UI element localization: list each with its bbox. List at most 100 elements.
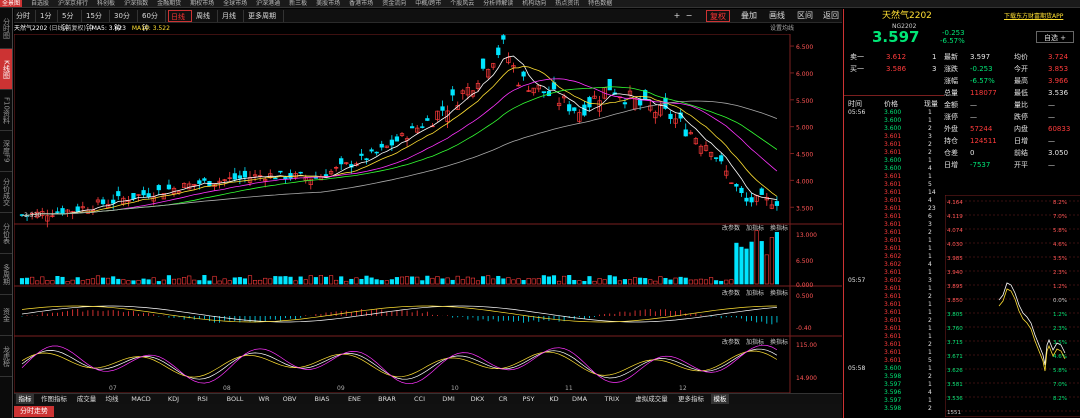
volume-bar — [303, 279, 308, 285]
volume-bar — [328, 275, 334, 285]
panel-button: 换指标 — [770, 289, 788, 297]
volume-bar — [729, 279, 734, 285]
top-menu-item[interactable]: 期权市场 — [190, 0, 214, 7]
left-tab[interactable]: 深度F9 — [0, 131, 12, 172]
volume-bar — [587, 276, 592, 285]
zoom-in-button[interactable]: + — [672, 10, 682, 22]
stat-label: 金额 — [944, 101, 958, 109]
volume-bar — [212, 275, 217, 285]
period-button[interactable]: 5分钟 — [60, 10, 82, 32]
candle-body — [111, 199, 116, 204]
candle-body — [440, 106, 445, 111]
stat-value: 57244 — [970, 125, 993, 133]
top-menu-item[interactable]: 机构动向 — [522, 0, 546, 7]
top-menu-item[interactable]: 金融期货 — [157, 0, 181, 7]
candle-body — [369, 149, 374, 152]
mini-timeshare-chart[interactable]: 4.164 4.119 4.074 4.030 3.985 3.940 3.895 3.850… — [945, 195, 1080, 417]
left-tab[interactable]: K线图 — [0, 49, 12, 90]
candle-body — [496, 47, 501, 56]
tick-price: 3.600 — [884, 125, 902, 132]
top-menu-item[interactable]: 科创板 — [97, 0, 115, 7]
left-tab[interactable]: 分价表 — [0, 213, 12, 254]
stat-value: 3.050 — [1048, 149, 1069, 157]
volume-bar — [192, 279, 197, 285]
stat-value: -7537 — [970, 161, 991, 169]
left-tab[interactable]: 龙虎榜 — [0, 336, 12, 377]
left-tab[interactable]: 分价成交 — [0, 172, 12, 213]
volume-bar — [227, 280, 232, 285]
draw-line-button[interactable]: 画线 — [766, 10, 788, 22]
top-menu-item[interactable]: 全景图 — [0, 0, 23, 7]
top-menu-item[interactable]: 沪深京排行 — [58, 0, 88, 7]
period-button[interactable]: 60分钟 — [140, 10, 166, 32]
period-button[interactable]: 月线 — [220, 10, 244, 22]
candle-body — [739, 187, 744, 194]
top-menu-item[interactable]: 新三板 — [289, 0, 307, 7]
candle-body — [146, 193, 151, 198]
tick-price: 3.602 — [884, 261, 902, 268]
stat-label: 涨跌 — [944, 65, 958, 73]
top-menu-item[interactable]: 美股市场 — [316, 0, 340, 7]
volume-bar — [171, 278, 177, 285]
top-menu-item[interactable]: 自选股 — [31, 0, 49, 7]
stat-label: 总量 — [944, 89, 958, 97]
zoom-out-button[interactable]: − — [684, 10, 694, 22]
volume-bar — [100, 277, 106, 285]
period-button[interactable]: 更多周期 — [246, 10, 284, 22]
peak-label: 6.557 — [515, 34, 532, 35]
contract-title: 天然气2202 — [882, 11, 932, 21]
tick-vol: 1 — [928, 269, 932, 276]
top-menu-item[interactable]: 个股风云 — [450, 0, 474, 7]
add-watchlist-button[interactable]: 自选 + — [1036, 31, 1074, 43]
top-menu-item[interactable]: 全球市场 — [223, 0, 247, 7]
volume-bar — [116, 278, 121, 285]
back-button[interactable]: 返回 — [822, 10, 840, 22]
top-menu-item[interactable]: 沪深港通 — [256, 0, 280, 7]
tick-price: 3.601 — [884, 269, 902, 276]
period-button[interactable]: 日线 — [168, 10, 192, 22]
volume-bar — [486, 275, 491, 285]
overlay-button[interactable]: 叠加 — [738, 10, 760, 22]
mini-right-label: 5.8% — [1053, 368, 1067, 374]
period-button[interactable]: 15分钟 — [84, 10, 110, 32]
left-tab[interactable]: 多周期 — [0, 254, 12, 295]
period-button[interactable]: 分时 — [14, 10, 36, 22]
period-button[interactable]: 30分钟 — [112, 10, 138, 32]
bottom-tab-timeshare[interactable]: 分时走势 — [14, 406, 54, 417]
left-tab[interactable]: 分时图 — [0, 8, 12, 49]
tick-price: 3.601 — [884, 189, 902, 196]
stat-label: 涨幅 — [944, 77, 958, 85]
download-app-link[interactable]: 下载东方财富期货APP — [1004, 12, 1063, 21]
tick-vol: 1 — [928, 173, 932, 180]
restore-rights-button[interactable]: 复权 — [706, 10, 730, 22]
mini-right-label: 2.3% — [1053, 326, 1067, 332]
volume-bars — [19, 230, 780, 285]
mini-left-label: 3.805 — [947, 312, 963, 318]
left-tab[interactable]: 资金 — [0, 295, 12, 336]
tick-price: 3.601 — [884, 245, 902, 252]
kline-chart[interactable]: 6.500 6.000 5.500 5.000 4.500 4.000 3.500 6.557… — [14, 34, 842, 393]
period-button[interactable]: 周线 — [194, 10, 218, 22]
top-menu-item[interactable]: 中概/跨市 — [415, 0, 441, 7]
top-menu-item[interactable]: 特色数据 — [588, 0, 612, 7]
volume-bar — [465, 276, 470, 285]
volume-bar — [541, 275, 546, 285]
sell1-label: 卖一 — [850, 53, 864, 61]
top-menu-item[interactable]: 香港市场 — [349, 0, 373, 7]
top-menu-item[interactable]: 资金流向 — [382, 0, 406, 7]
candle-body — [339, 158, 344, 165]
top-menu-item[interactable]: 热点资讯 — [555, 0, 579, 7]
top-menu-item[interactable]: 沪深指数 — [124, 0, 148, 7]
volume-bar — [35, 280, 40, 285]
region-button[interactable]: 区间 — [794, 10, 816, 22]
top-menu-item[interactable]: 分析师解读 — [483, 0, 513, 7]
stat-value: 3.853 — [1048, 65, 1069, 73]
period-button[interactable]: 1分 — [38, 10, 58, 22]
candle-body — [480, 58, 486, 69]
ma-settings-link[interactable]: 设置均线 — [770, 24, 794, 34]
month-label: 08 — [223, 385, 231, 392]
left-tab[interactable]: F10资料 — [0, 90, 12, 131]
mini-right-label: 8.2% — [1053, 200, 1067, 206]
volume-bar — [202, 275, 207, 285]
panel-button: 改参数 — [722, 289, 740, 297]
